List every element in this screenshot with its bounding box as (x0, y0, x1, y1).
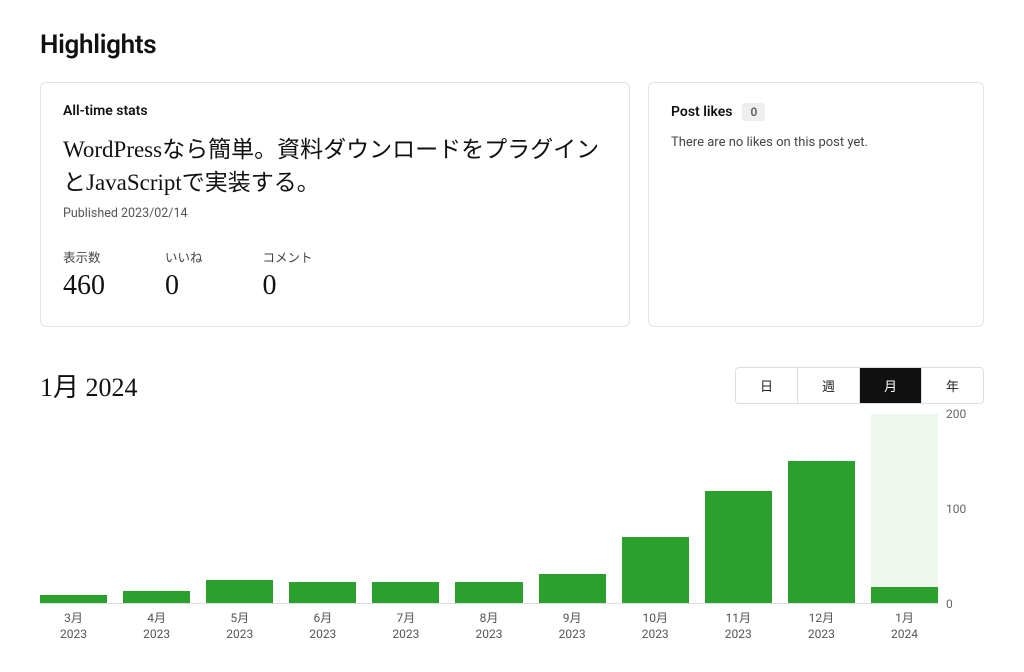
range-tabs: 日 週 月 年 (735, 367, 984, 404)
tab-week[interactable]: 週 (797, 368, 859, 403)
chart-x-label: 9月2023 (539, 610, 606, 642)
post-likes-heading: Post likes (671, 104, 732, 120)
views-label: 表示数 (63, 247, 105, 266)
chart-bar[interactable] (206, 414, 273, 603)
chart-bar[interactable] (123, 414, 190, 603)
chart-y-tick: 100 (946, 502, 966, 516)
chart-y-tick: 0 (946, 597, 953, 611)
chart-x-labels: 3月2023 4月2023 5月2023 6月2023 7月2023 8月2023 9月20… (40, 610, 938, 642)
chart-bar[interactable] (372, 414, 439, 603)
published-date: 2023/02/14 (121, 206, 188, 221)
likes-value: 0 (165, 270, 203, 302)
chart-bar[interactable] (788, 414, 855, 603)
stats-row: 表示数 460 いいね 0 コメント 0 (63, 247, 607, 302)
highlight-cards-row: All-time stats WordPressなら簡単。資料ダウンロードをプラ… (40, 82, 984, 327)
chart-bar[interactable] (539, 414, 606, 603)
alltime-heading: All-time stats (63, 103, 607, 119)
chart-header: 1月 2024 日 週 月 年 (40, 367, 984, 404)
stat-views: 表示数 460 (63, 247, 105, 302)
chart-x-label: 6月2023 (289, 610, 356, 642)
likes-label: いいね (165, 247, 203, 266)
published-prefix: Published (63, 206, 121, 221)
post-likes-card: Post likes 0 There are no likes on this … (648, 82, 984, 327)
post-likes-empty-text: There are no likes on this post yet. (671, 135, 961, 150)
comments-label: コメント (263, 247, 313, 266)
chart-x-label: 8月2023 (455, 610, 522, 642)
comments-value: 0 (263, 270, 313, 302)
tab-year[interactable]: 年 (921, 368, 983, 403)
stat-comments: コメント 0 (263, 247, 313, 302)
post-likes-heading-row: Post likes 0 (671, 103, 961, 121)
chart-y-tick: 200 (946, 407, 966, 421)
page-title: Highlights (40, 30, 984, 60)
views-value: 460 (63, 270, 105, 302)
tab-day[interactable]: 日 (736, 368, 797, 403)
chart-bar[interactable] (871, 414, 938, 603)
chart-x-label: 7月2023 (372, 610, 439, 642)
chart-bar[interactable] (40, 414, 107, 603)
chart-y-axis: 0100200 (938, 414, 984, 604)
stat-likes: いいね 0 (165, 247, 203, 302)
post-likes-count-badge: 0 (742, 103, 765, 121)
chart-bar[interactable] (622, 414, 689, 603)
chart-x-label: 12月2023 (788, 610, 855, 642)
chart-x-label: 11月2023 (705, 610, 772, 642)
published-line: Published 2023/02/14 (63, 206, 607, 221)
chart-bar[interactable] (455, 414, 522, 603)
chart-x-label: 5月2023 (206, 610, 273, 642)
chart-title: 1月 2024 (40, 367, 138, 404)
chart-bar[interactable] (705, 414, 772, 603)
chart-x-label: 1月2024 (871, 610, 938, 642)
tab-month[interactable]: 月 (859, 368, 921, 403)
chart-area (40, 414, 938, 604)
chart-bar[interactable] (289, 414, 356, 603)
chart-x-label: 10月2023 (622, 610, 689, 642)
chart-x-label: 3月2023 (40, 610, 107, 642)
chart: 0100200 (40, 414, 984, 604)
alltime-stats-card: All-time stats WordPressなら簡単。資料ダウンロードをプラ… (40, 82, 630, 327)
chart-x-label: 4月2023 (123, 610, 190, 642)
post-title: WordPressなら簡単。資料ダウンロードをプラグインとJavaScriptで… (63, 133, 607, 200)
